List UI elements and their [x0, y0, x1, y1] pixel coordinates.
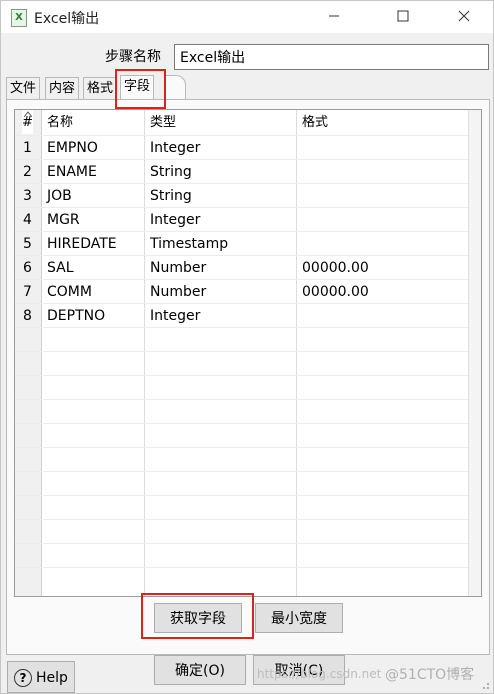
tab-file[interactable]: 文件: [6, 77, 41, 99]
fields-table: # 名称 类型 格式 1 EMPNO Integer 2 ENAME String 3 JOB…: [14, 109, 482, 597]
minimize-button[interactable]: [311, 1, 357, 33]
cell-name[interactable]: DEPTNO: [47, 304, 105, 328]
title-bar: X Excel输出: [1, 1, 493, 33]
ok-button[interactable]: 确定(O): [154, 655, 246, 685]
sort-up-icon: [24, 111, 32, 117]
step-name-input[interactable]: [174, 44, 489, 70]
cell-num[interactable]: 1: [23, 136, 32, 160]
row-divider: [15, 375, 481, 376]
step-name-label: 步骤名称: [105, 49, 161, 65]
maximize-icon: [397, 10, 409, 22]
cell-type[interactable]: Number: [150, 280, 206, 304]
close-button[interactable]: [441, 1, 487, 33]
row-divider: [15, 519, 481, 520]
header-type[interactable]: 类型: [150, 110, 177, 134]
header-format[interactable]: 格式: [302, 110, 329, 134]
cell-name[interactable]: MGR: [47, 208, 80, 232]
cell-type[interactable]: String: [150, 160, 192, 184]
cell-name[interactable]: HIREDATE: [47, 232, 117, 256]
row-divider: [15, 351, 481, 352]
cell-num[interactable]: 4: [23, 208, 32, 232]
cell-num[interactable]: 7: [23, 280, 32, 304]
cell-format[interactable]: 00000.00: [302, 256, 369, 280]
row-divider: [15, 399, 481, 400]
close-icon: [458, 10, 470, 22]
cell-name[interactable]: JOB: [47, 184, 72, 208]
cell-num[interactable]: 8: [23, 304, 32, 328]
get-fields-button[interactable]: 获取字段: [154, 603, 242, 633]
help-button[interactable]: ? Help: [7, 661, 75, 693]
watermark-url: https://blog.csdn.net: [257, 667, 382, 681]
resize-grip-icon[interactable]: [480, 680, 490, 690]
cell-num[interactable]: 5: [23, 232, 32, 256]
row-divider: [15, 495, 481, 496]
row-divider: [15, 543, 481, 544]
excel-file-icon: X: [11, 9, 27, 27]
cell-num[interactable]: 6: [23, 256, 32, 280]
window-title: Excel输出: [34, 11, 100, 27]
minimize-icon: [329, 15, 339, 17]
help-icon: ?: [14, 669, 33, 687]
cell-type[interactable]: Integer: [150, 136, 200, 160]
dialog-window: X Excel输出 步骤名称 文件 内容 格式 字段 # 名称 类型 格式 1E…: [0, 0, 494, 694]
maximize-button[interactable]: [380, 1, 426, 33]
tab-content[interactable]: 内容: [45, 77, 80, 99]
cell-num[interactable]: 2: [23, 160, 32, 184]
tab-format[interactable]: 格式: [83, 77, 118, 99]
cell-name[interactable]: SAL: [47, 256, 74, 280]
tab-fields-edge: [165, 75, 186, 100]
header-name[interactable]: 名称: [47, 110, 74, 134]
row-divider: [15, 423, 481, 424]
cell-type[interactable]: Timestamp: [150, 232, 228, 256]
cell-format[interactable]: 00000.00: [302, 280, 369, 304]
cell-num[interactable]: 3: [23, 184, 32, 208]
cell-type[interactable]: Integer: [150, 208, 200, 232]
tab-fields[interactable]: 字段: [120, 75, 155, 99]
watermark-brand: @51CTO博客: [385, 667, 475, 683]
cell-name[interactable]: COMM: [47, 280, 92, 304]
cell-type[interactable]: Integer: [150, 304, 200, 328]
cell-type[interactable]: Number: [150, 256, 206, 280]
row-divider: [15, 207, 481, 208]
row-divider: [15, 567, 481, 568]
row-divider: [15, 471, 481, 472]
vertical-scrollbar[interactable]: [468, 110, 481, 596]
help-label: Help: [36, 670, 68, 686]
cell-name[interactable]: ENAME: [47, 160, 97, 184]
row-divider: [15, 447, 481, 448]
cell-name[interactable]: EMPNO: [47, 136, 98, 160]
min-width-button[interactable]: 最小宽度: [255, 603, 343, 633]
cell-type[interactable]: String: [150, 184, 192, 208]
